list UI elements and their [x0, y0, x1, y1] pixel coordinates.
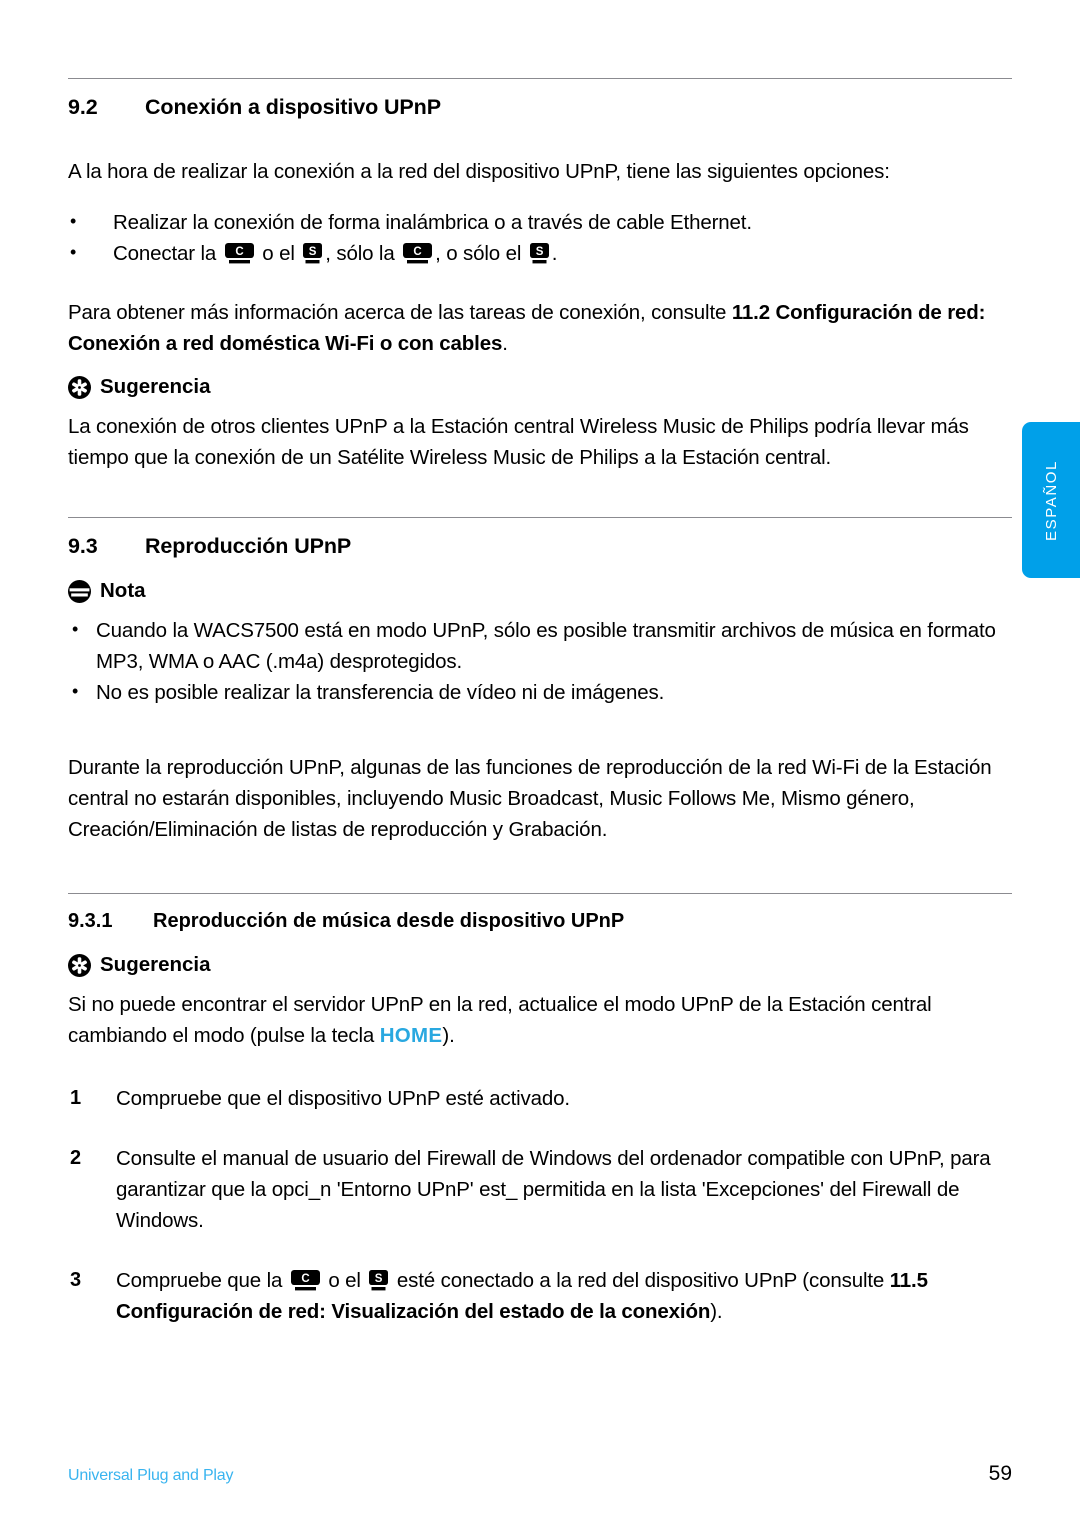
list-item: No es posible realizar la transferencia …: [68, 676, 1012, 708]
page-number: 59: [988, 1462, 1012, 1485]
svg-text:S: S: [309, 246, 317, 258]
step-number: 3: [70, 1269, 81, 1291]
list-item: Cuando la WACS7500 está en modo UPnP, só…: [68, 614, 1012, 677]
svg-text:S: S: [375, 1273, 383, 1285]
list-item: Conectar la C o el S , sólo la: [68, 237, 1012, 269]
center-device-c-icon: C: [403, 243, 433, 264]
heading-9-3-title: Reproducción UPnP: [145, 534, 352, 558]
bullet-text-part-1: Conectar la: [113, 242, 217, 265]
paragraph-9-2-reference: Para obtener más información acerca de l…: [68, 297, 1012, 359]
paragraph-9-3-1-tip-body: Si no puede encontrar el servidor UPnP e…: [68, 989, 1012, 1051]
step-text: Consulte el manual de usuario del Firewa…: [116, 1147, 991, 1232]
bullet-text-part-4: , o sólo el: [435, 242, 522, 265]
callout-tip-9-2: Sugerencia: [68, 375, 1012, 399]
home-key-label: HOME: [379, 1024, 443, 1047]
page-content: 9.2 Conexión a dispositivo UPnP A la hor…: [68, 0, 1012, 1356]
document-page: 9.2 Conexión a dispositivo UPnP A la hor…: [0, 0, 1080, 1527]
svg-text:C: C: [235, 246, 243, 258]
paragraph-9-3-body: Durante la reproducción UPnP, algunas de…: [68, 756, 992, 841]
heading-9-3-1-title: Reproducción de música desde dispositivo…: [153, 910, 625, 932]
heading-9-3-number: 9.3: [68, 534, 98, 558]
list-9-2-options: Realizar la conexión de forma inalámbric…: [68, 206, 1012, 269]
tip-asterisk-icon: [68, 953, 91, 977]
step-item-2: 2 Consulte el manual de usuario del Fire…: [68, 1143, 1012, 1236]
note-lines-icon: [68, 579, 91, 603]
station-device-s-icon: S: [369, 1270, 389, 1291]
reference-tail: .: [502, 332, 508, 355]
step-text: Compruebe que el dispositivo UPnP esté a…: [116, 1087, 570, 1110]
callout-tip-heading: Sugerencia: [100, 953, 211, 976]
heading-9-2: 9.2 Conexión a dispositivo UPnP: [68, 95, 1012, 120]
center-device-c-icon: C: [224, 243, 254, 264]
svg-text:C: C: [301, 1273, 309, 1285]
heading-9-3: 9.3 Reproducción UPnP: [68, 534, 1012, 559]
svg-text:C: C: [414, 246, 422, 258]
heading-9-2-number: 9.2: [68, 95, 98, 119]
step-text-part-2: o el: [328, 1269, 361, 1292]
list-9-3-1-steps: 1 Compruebe que el dispositivo UPnP esté…: [68, 1083, 1012, 1327]
center-device-c-icon: C: [290, 1270, 320, 1291]
callout-note-heading: Nota: [100, 579, 146, 602]
tip-body-tail: ).: [442, 1024, 455, 1047]
footer-chapter-label: Universal Plug and Play: [68, 1467, 234, 1484]
station-device-s-icon: S: [529, 243, 549, 264]
step-item-3: 3 Compruebe que la C o el S esté conecta…: [68, 1265, 1012, 1327]
tip-body-lead: Si no puede encontrar el servidor UPnP e…: [68, 993, 932, 1047]
bullet-text-part-2: o el: [262, 242, 295, 265]
language-tab-label: ESPAÑOL: [1042, 459, 1060, 541]
bullet-text-part-5: .: [551, 242, 558, 265]
callout-note-9-3: Nota: [68, 579, 1012, 603]
step-text-tail: ).: [710, 1300, 723, 1323]
list-item: Realizar la conexión de forma inalámbric…: [68, 206, 1012, 238]
svg-text:S: S: [536, 246, 544, 258]
language-tab-espanol[interactable]: ESPAÑOL: [1022, 422, 1080, 578]
bullet-text-part-3: , sólo la: [325, 242, 395, 265]
page-footer: Universal Plug and Play 59: [68, 1462, 1012, 1486]
step-number: 1: [70, 1087, 81, 1109]
step-text-part-1: Compruebe que la: [116, 1269, 283, 1292]
heading-9-3-1-number: 9.3.1: [68, 910, 113, 932]
step-item-1: 1 Compruebe que el dispositivo UPnP esté…: [68, 1083, 1012, 1114]
paragraph-9-2-tip-body: La conexión de otros clientes UPnP a la …: [68, 415, 969, 469]
list-9-3-notes: Cuando la WACS7500 está en modo UPnP, só…: [68, 614, 1012, 708]
station-device-s-icon: S: [303, 243, 323, 264]
step-number: 2: [70, 1147, 81, 1169]
callout-tip-heading: Sugerencia: [100, 375, 211, 398]
step-text-part-3: esté conectado a la red del dispositivo …: [396, 1269, 890, 1292]
reference-lead: Para obtener más información acerca de l…: [68, 301, 732, 324]
heading-9-2-title: Conexión a dispositivo UPnP: [145, 95, 441, 119]
tip-asterisk-icon: [68, 375, 91, 399]
callout-tip-9-3-1: Sugerencia: [68, 953, 1012, 977]
heading-9-3-1: 9.3.1 Reproducción de música desde dispo…: [68, 910, 1012, 933]
paragraph-9-2-intro: A la hora de realizar la conexión a la r…: [68, 160, 890, 183]
